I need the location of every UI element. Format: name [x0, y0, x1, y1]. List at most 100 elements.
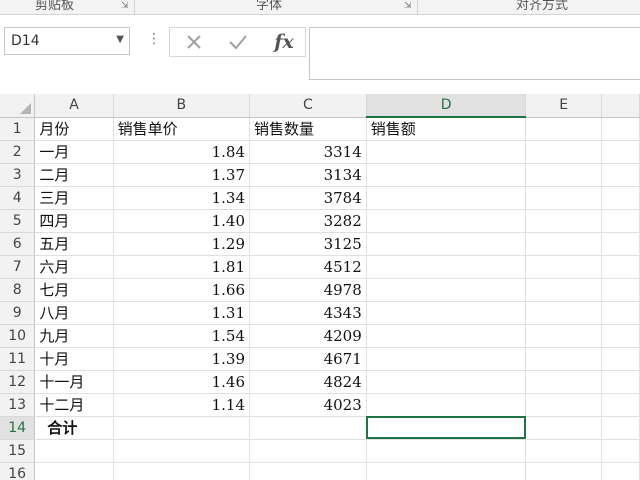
cell-b11[interactable]: 1.39: [113, 347, 251, 371]
cell-b6[interactable]: 1.29: [113, 232, 251, 256]
row-header[interactable]: 13: [0, 393, 36, 417]
row-header[interactable]: 10: [0, 324, 36, 348]
cell-c10[interactable]: 4209: [249, 324, 367, 348]
kebab-icon[interactable]: ⋮: [147, 32, 161, 46]
cell-d6[interactable]: [366, 232, 527, 256]
cell-f5[interactable]: [601, 209, 640, 233]
cell-b14[interactable]: [113, 416, 251, 440]
cell-f9[interactable]: [601, 301, 640, 325]
row-header[interactable]: 9: [0, 301, 36, 325]
row-header[interactable]: 1: [0, 117, 36, 141]
cell-d4[interactable]: [366, 186, 527, 210]
cell-d16[interactable]: [366, 462, 527, 480]
cell-b16[interactable]: [113, 462, 251, 480]
cell-e5[interactable]: [525, 209, 602, 233]
cell-b2[interactable]: 1.84: [113, 140, 251, 164]
cell-a11[interactable]: 十月: [34, 347, 114, 371]
cell-b4[interactable]: 1.34: [113, 186, 251, 210]
row-header[interactable]: 14: [0, 416, 36, 440]
cell-c3[interactable]: 3134: [249, 163, 367, 187]
cell-e12[interactable]: [525, 370, 602, 394]
cell-d1[interactable]: 销售额: [366, 117, 527, 141]
row-header[interactable]: 7: [0, 255, 36, 279]
cell-d8[interactable]: [366, 278, 527, 302]
chevron-down-icon[interactable]: ▼: [116, 34, 124, 45]
row-header[interactable]: 12: [0, 370, 36, 394]
cell-c15[interactable]: [249, 439, 367, 463]
column-header-f[interactable]: [601, 94, 640, 118]
insert-function-button[interactable]: fx: [264, 28, 304, 56]
row-header[interactable]: 2: [0, 140, 36, 164]
cell-b8[interactable]: 1.66: [113, 278, 251, 302]
cell-e2[interactable]: [525, 140, 602, 164]
cell-f14[interactable]: [601, 416, 640, 440]
row-header[interactable]: 3: [0, 163, 36, 187]
cell-b7[interactable]: 1.81: [113, 255, 251, 279]
cell-d9[interactable]: [366, 301, 527, 325]
cell-c2[interactable]: 3314: [249, 140, 367, 164]
cell-a15[interactable]: [34, 439, 114, 463]
cell-e8[interactable]: [525, 278, 602, 302]
cell-f15[interactable]: [601, 439, 640, 463]
row-header[interactable]: 8: [0, 278, 36, 302]
cell-d15[interactable]: [366, 439, 527, 463]
cancel-button[interactable]: [174, 28, 214, 56]
cell-a5[interactable]: 四月: [34, 209, 114, 233]
cell-f1[interactable]: [601, 117, 640, 141]
cell-a1[interactable]: 月份: [34, 117, 114, 141]
cell-c1[interactable]: 销售数量: [249, 117, 367, 141]
cell-e15[interactable]: [525, 439, 602, 463]
cell-e4[interactable]: [525, 186, 602, 210]
cell-a6[interactable]: 五月: [34, 232, 114, 256]
cell-b1[interactable]: 销售单价: [113, 117, 251, 141]
row-header[interactable]: 15: [0, 439, 36, 463]
cell-b15[interactable]: [113, 439, 251, 463]
cell-e13[interactable]: [525, 393, 602, 417]
cell-f7[interactable]: [601, 255, 640, 279]
cell-a2[interactable]: 一月: [34, 140, 114, 164]
cell-e11[interactable]: [525, 347, 602, 371]
cell-f10[interactable]: [601, 324, 640, 348]
cell-e7[interactable]: [525, 255, 602, 279]
cell-e16[interactable]: [525, 462, 602, 480]
font-launcher-icon[interactable]: ⇲: [404, 1, 412, 11]
cell-c12[interactable]: 4824: [249, 370, 367, 394]
cell-a3[interactable]: 二月: [34, 163, 114, 187]
cell-c16[interactable]: [249, 462, 367, 480]
cell-e10[interactable]: [525, 324, 602, 348]
cell-e6[interactable]: [525, 232, 602, 256]
cell-f4[interactable]: [601, 186, 640, 210]
row-header[interactable]: 5: [0, 209, 36, 233]
cell-b9[interactable]: 1.31: [113, 301, 251, 325]
cell-c6[interactable]: 3125: [249, 232, 367, 256]
cell-a10[interactable]: 九月: [34, 324, 114, 348]
cell-c5[interactable]: 3282: [249, 209, 367, 233]
row-header[interactable]: 4: [0, 186, 36, 210]
cell-a13[interactable]: 十二月: [34, 393, 114, 417]
cell-f2[interactable]: [601, 140, 640, 164]
cell-d10[interactable]: [366, 324, 527, 348]
cell-b3[interactable]: 1.37: [113, 163, 251, 187]
cell-a4[interactable]: 三月: [34, 186, 114, 210]
select-all-corner[interactable]: [0, 94, 36, 118]
cell-e14[interactable]: [525, 416, 602, 440]
cell-f13[interactable]: [601, 393, 640, 417]
cell-d13[interactable]: [366, 393, 527, 417]
cell-f12[interactable]: [601, 370, 640, 394]
clipboard-launcher-icon[interactable]: ⇲: [121, 1, 129, 11]
column-header-c[interactable]: C: [249, 94, 367, 118]
cell-e3[interactable]: [525, 163, 602, 187]
row-header[interactable]: 16: [0, 462, 36, 480]
cell-f8[interactable]: [601, 278, 640, 302]
cell-c13[interactable]: 4023: [249, 393, 367, 417]
cell-a8[interactable]: 七月: [34, 278, 114, 302]
column-header-d[interactable]: D: [366, 94, 527, 118]
cell-b5[interactable]: 1.40: [113, 209, 251, 233]
cell-d2[interactable]: [366, 140, 527, 164]
cell-a9[interactable]: 八月: [34, 301, 114, 325]
cell-d14[interactable]: [366, 416, 527, 440]
cell-c14[interactable]: [249, 416, 367, 440]
row-header[interactable]: 6: [0, 232, 36, 256]
column-header-e[interactable]: E: [525, 94, 602, 118]
name-box[interactable]: D14 ▼: [4, 27, 130, 55]
